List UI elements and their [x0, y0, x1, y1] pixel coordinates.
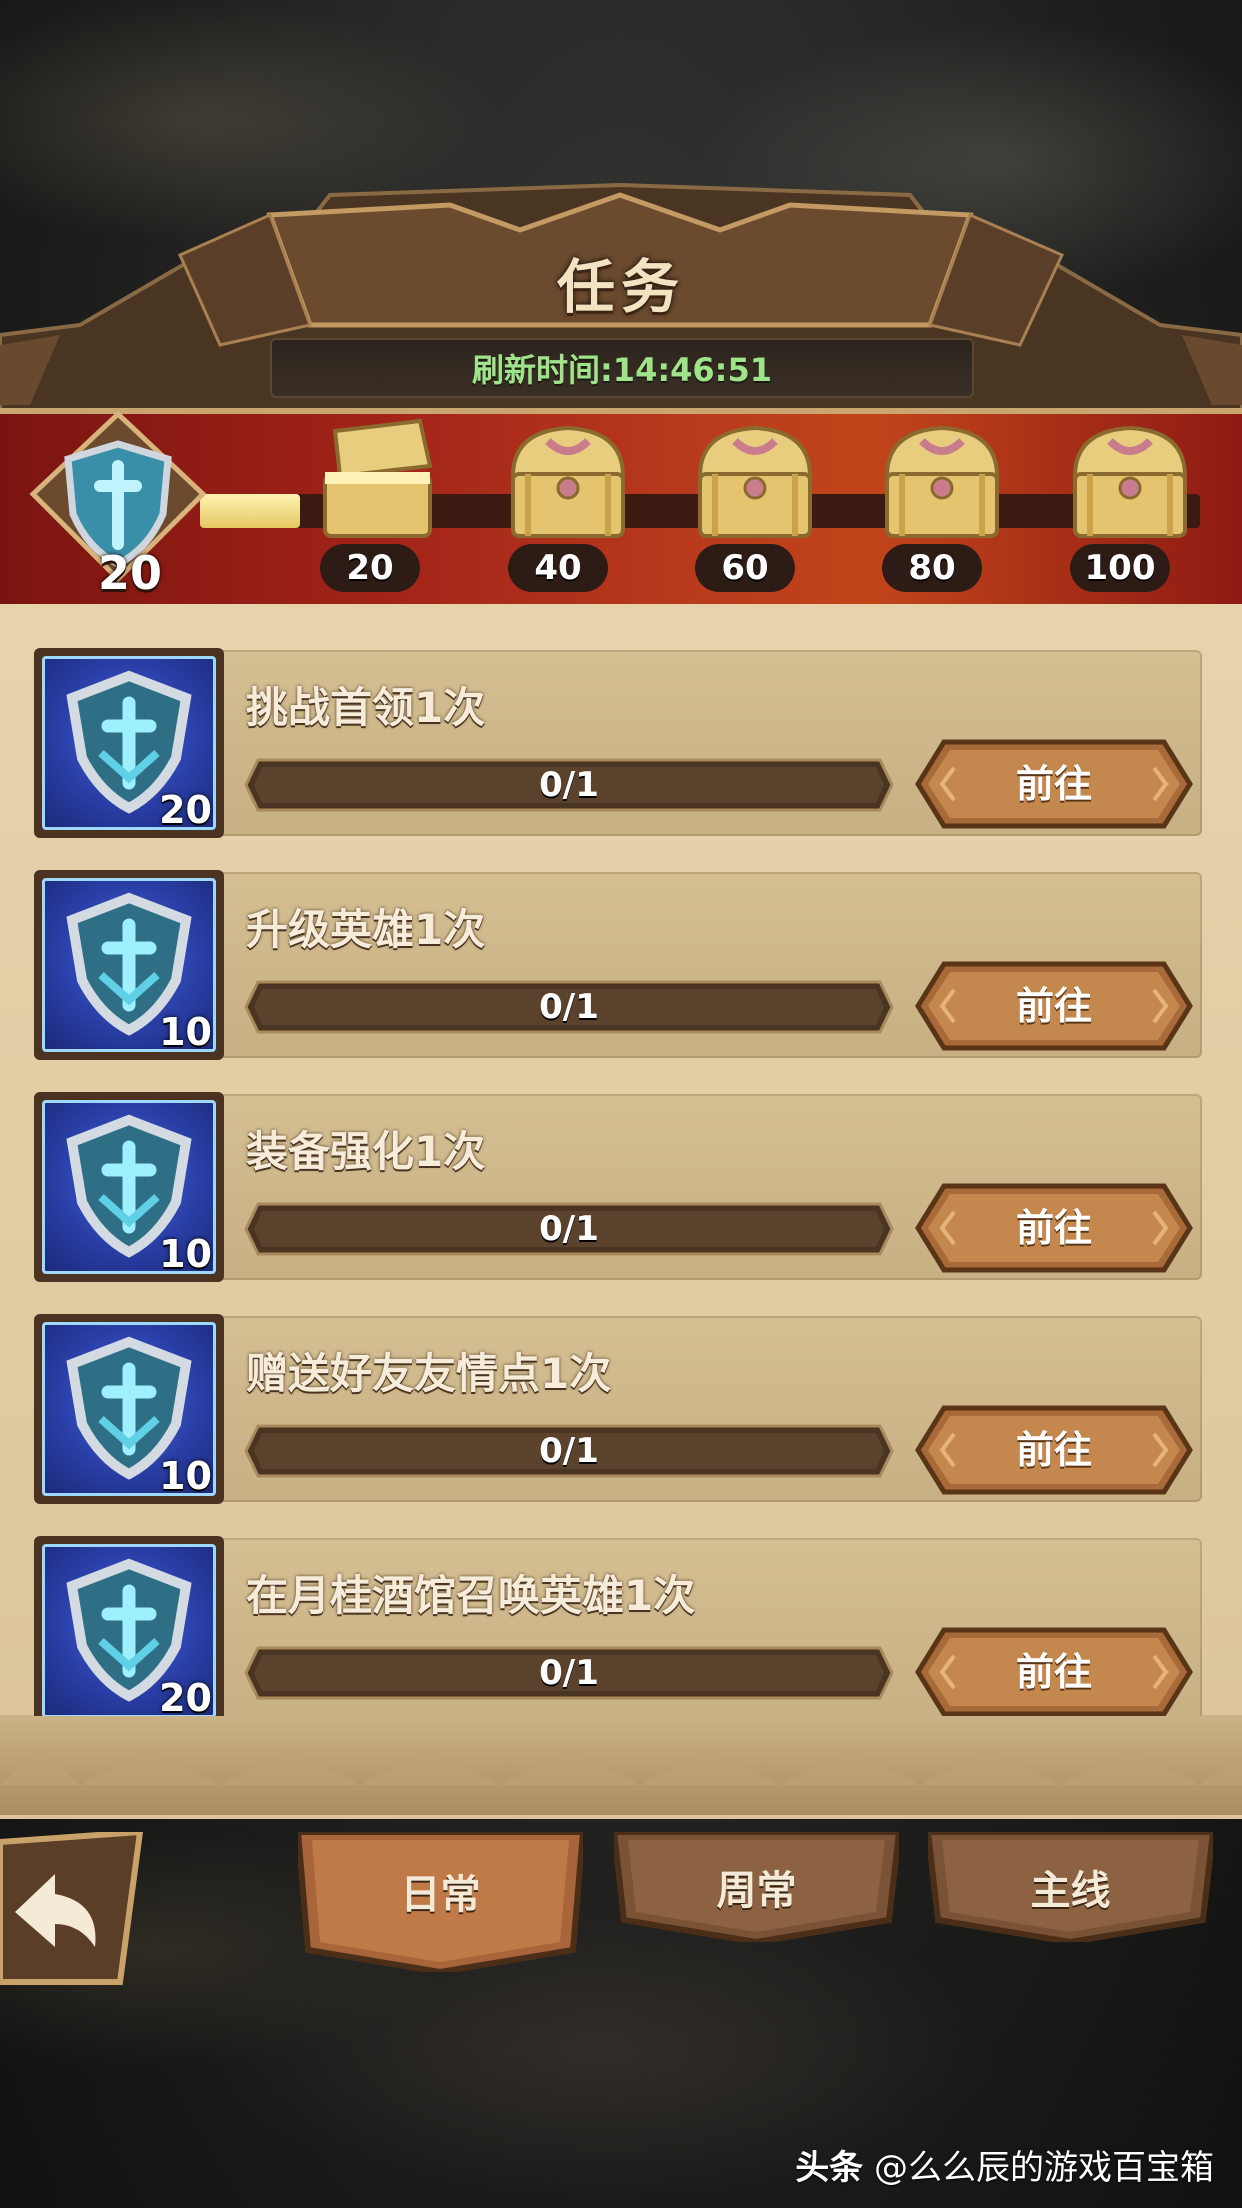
- task-title: 赠送好友友情点1次: [246, 1349, 612, 1398]
- go-button-label: 前往: [1015, 1206, 1092, 1250]
- reward-progress-fill: [200, 494, 300, 528]
- panel-trim: [0, 1750, 1242, 1785]
- chest-threshold-label: 100: [1070, 544, 1170, 592]
- task-row: 20 在月桂酒馆召唤英雄1次 0/1 前往: [32, 1534, 1212, 1716]
- task-progress-bar: 0/1: [244, 1424, 894, 1478]
- task-reward-amount: 10: [159, 1454, 212, 1498]
- tab-label: 日常: [400, 1872, 481, 1918]
- tab-label: 周常: [716, 1868, 797, 1914]
- chest-threshold-label: 80: [882, 544, 982, 592]
- watermark: 头条 @么么辰的游戏百宝箱: [795, 2140, 1214, 2189]
- task-list[interactable]: 20 挑战首领1次 0/1 前往 10 升级英雄1次 0/1 前往 10 装备强化1次 0/1 前往 1…: [32, 646, 1212, 1716]
- go-button-label: 前往: [1015, 984, 1092, 1028]
- task-title: 装备强化1次: [246, 1127, 486, 1176]
- task-row: 10 赠送好友友情点1次 0/1 前往: [32, 1312, 1212, 1508]
- task-progress-text: 0/1: [539, 1653, 599, 1693]
- task-progress-bar: 0/1: [244, 980, 894, 1034]
- tab-label: 主线: [1030, 1868, 1111, 1914]
- treasure-chest-icon[interactable]: [872, 416, 1012, 546]
- go-button[interactable]: 前往: [914, 738, 1194, 830]
- watermark-brand: 头条: [795, 2148, 864, 2188]
- task-reward-icon-frame: 10: [34, 1092, 224, 1282]
- back-button[interactable]: [0, 1828, 150, 1992]
- task-reward-icon-frame: 10: [34, 1314, 224, 1504]
- task-title: 升级英雄1次: [246, 905, 486, 954]
- watermark-text: @么么辰的游戏百宝箱: [874, 2148, 1214, 2188]
- task-reward-icon-frame: 20: [34, 648, 224, 838]
- task-reward-icon-frame: 10: [34, 870, 224, 1060]
- go-button[interactable]: 前往: [914, 960, 1194, 1052]
- tab-daily[interactable]: 日常: [294, 1829, 587, 1976]
- task-progress-bar: 0/1: [244, 1202, 894, 1256]
- task-reward-amount: 20: [159, 1676, 212, 1716]
- go-button[interactable]: 前往: [914, 1182, 1194, 1274]
- treasure-chest-icon[interactable]: [310, 416, 450, 546]
- task-progress-text: 0/1: [539, 987, 599, 1027]
- current-points: 20: [97, 546, 162, 600]
- reward-progress-strip: 20 20 40 60 80 100: [0, 408, 1242, 610]
- back-arrow-icon: [0, 1828, 144, 1985]
- page-title: 任务: [556, 253, 685, 321]
- task-title: 挑战首领1次: [246, 683, 486, 732]
- task-progress-bar: 0/1: [244, 758, 894, 812]
- task-row: 10 装备强化1次 0/1 前往: [32, 1090, 1212, 1286]
- chest-threshold-label: 60: [695, 544, 795, 592]
- go-button-label: 前往: [1015, 1428, 1092, 1472]
- go-button-label: 前往: [1015, 762, 1092, 806]
- treasure-chest-icon[interactable]: [498, 416, 638, 546]
- task-title: 在月桂酒馆召唤英雄1次: [246, 1571, 696, 1620]
- go-button-label: 前往: [1015, 1650, 1092, 1694]
- tab-main[interactable]: 主线: [924, 1829, 1217, 1946]
- go-button[interactable]: 前往: [914, 1626, 1194, 1716]
- tab-weekly[interactable]: 周常: [610, 1829, 903, 1946]
- task-row: 10 升级英雄1次 0/1 前往: [32, 868, 1212, 1064]
- task-reward-icon-frame: 20: [34, 1536, 224, 1716]
- treasure-chest-icon[interactable]: [685, 416, 825, 546]
- task-reward-amount: 10: [159, 1010, 212, 1054]
- chest-threshold-label: 20: [320, 544, 420, 592]
- task-progress-bar: 0/1: [244, 1646, 894, 1700]
- task-reward-amount: 10: [159, 1232, 212, 1276]
- task-row: 20 挑战首领1次 0/1 前往: [32, 646, 1212, 842]
- go-button[interactable]: 前往: [914, 1404, 1194, 1496]
- treasure-chest-icon[interactable]: [1060, 416, 1200, 546]
- refresh-timer-label: 刷新时间:14:46:51: [472, 351, 772, 389]
- task-progress-text: 0/1: [539, 765, 599, 805]
- chest-threshold-label: 40: [508, 544, 608, 592]
- task-reward-amount: 20: [159, 788, 212, 832]
- task-progress-text: 0/1: [539, 1431, 599, 1471]
- refresh-timer-bar: 刷新时间:14:46:51: [270, 338, 974, 398]
- task-progress-text: 0/1: [539, 1209, 599, 1249]
